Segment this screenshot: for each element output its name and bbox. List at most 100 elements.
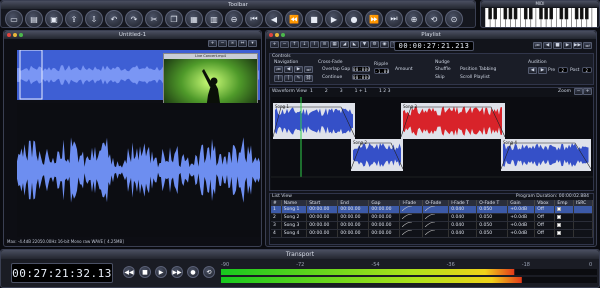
minimize-icon[interactable]: [13, 33, 17, 37]
move-up-icon[interactable]: ↑: [290, 41, 299, 48]
forward-icon[interactable]: ▶▶: [573, 42, 582, 49]
zoom-icon[interactable]: ⊙: [445, 10, 463, 28]
chevron-down-icon[interactable]: ▾: [248, 40, 257, 47]
emphasis-checkbox[interactable]: [554, 221, 575, 230]
fade-out-icon[interactable]: ◣: [350, 41, 359, 48]
view-option-1[interactable]: 1: [310, 89, 313, 94]
new-file-icon[interactable]: ▭: [5, 10, 23, 28]
save-icon[interactable]: ▣: [45, 10, 63, 28]
preroll-value[interactable]: 2: [558, 67, 568, 73]
play-icon[interactable]: ▶: [325, 10, 343, 28]
zoom-in-icon[interactable]: +: [208, 40, 217, 47]
shuffle-label[interactable]: Shuffle: [435, 67, 451, 72]
zoom-window-icon[interactable]: [281, 33, 285, 37]
stop-icon[interactable]: ■: [305, 10, 323, 28]
cut-icon[interactable]: ✂: [145, 10, 163, 28]
view-option-2[interactable]: 2: [325, 89, 328, 94]
table-row[interactable]: 3 Song 3 00:00.00 00:00.00 00:00.00 0.040 0.05…: [271, 221, 593, 230]
next-icon[interactable]: ⏭: [385, 10, 403, 28]
first-icon[interactable]: ⏮: [274, 66, 283, 73]
zoom-icon[interactable]: −: [574, 88, 583, 95]
burn-icon[interactable]: ◉: [380, 41, 389, 48]
record-icon[interactable]: ●: [345, 10, 363, 28]
move-down-icon[interactable]: ↓: [300, 41, 309, 48]
marker-icon[interactable]: ▼: [360, 41, 369, 48]
previous-icon[interactable]: ⏮: [533, 42, 542, 49]
export-icon[interactable]: ⇪: [65, 10, 83, 28]
scroll-playlist-label[interactable]: Scroll Playlist: [460, 75, 490, 80]
loop-icon[interactable]: ⟲: [425, 10, 443, 28]
rewind-icon[interactable]: ◀: [543, 42, 552, 49]
import-icon[interactable]: ⇩: [85, 10, 103, 28]
view-option-5[interactable]: 1 2 3: [379, 89, 390, 94]
fast-forward-icon[interactable]: ▶▶: [171, 266, 183, 278]
loop-icon[interactable]: ∞: [228, 40, 237, 47]
close-icon[interactable]: [269, 33, 273, 37]
minimize-icon[interactable]: [275, 33, 279, 37]
record-icon[interactable]: ●: [187, 266, 199, 278]
zoom-in-icon[interactable]: +: [583, 88, 592, 95]
remove-icon[interactable]: −: [280, 41, 289, 48]
table-row[interactable]: 4 Song 4 00:00.00 00:00.00 00:00.00 0.040 0.05…: [271, 229, 593, 238]
next-song-icon[interactable]: ▶: [294, 66, 303, 73]
mark-in-icon[interactable]: [: [274, 75, 283, 82]
emphasis-checkbox[interactable]: [554, 206, 575, 214]
main-waveform[interactable]: [17, 103, 260, 237]
last-icon[interactable]: ⏭: [304, 66, 313, 73]
zoom-out-icon[interactable]: −: [218, 40, 227, 47]
mark-out-icon[interactable]: ]: [284, 75, 293, 82]
redo-icon[interactable]: ↷: [125, 10, 143, 28]
play-icon[interactable]: ▶: [563, 42, 572, 49]
audition-start-icon[interactable]: ◀: [528, 67, 537, 74]
fast-forward-icon[interactable]: ⏩: [365, 10, 383, 28]
delete-icon[interactable]: ▥: [205, 10, 223, 28]
previous-icon[interactable]: ◀: [265, 10, 283, 28]
emphasis-checkbox[interactable]: [554, 213, 575, 222]
link-icon[interactable]: ⛓: [304, 75, 313, 82]
view-option-3[interactable]: 3: [340, 89, 343, 94]
gap-value[interactable]: -1.00: [374, 68, 389, 74]
back-icon[interactable]: ⊖: [225, 10, 243, 28]
list-icon[interactable]: ≡: [320, 41, 329, 48]
grid-icon[interactable]: ▦: [330, 41, 339, 48]
audition-end-icon[interactable]: ▶: [538, 67, 547, 74]
continue-value[interactable]: 00:000: [352, 74, 370, 80]
table-row[interactable]: 1 Song 1 00:00.00 00:00.00 00:00.00 0.040 0.05…: [271, 205, 593, 214]
piano-keyboard[interactable]: [485, 8, 597, 27]
view-option-4[interactable]: 1 + 1: [355, 89, 367, 94]
split-icon[interactable]: ⌇: [310, 41, 319, 48]
postroll-value[interactable]: 2: [582, 67, 592, 73]
fast-back-icon[interactable]: ⏮: [245, 10, 263, 28]
position-tabbing-label[interactable]: Position Tabbing: [460, 67, 496, 72]
copy-icon[interactable]: ❐: [165, 10, 183, 28]
add-icon[interactable]: +: [270, 41, 279, 48]
stop-icon[interactable]: ■: [139, 266, 151, 278]
close-icon[interactable]: [7, 33, 11, 37]
paste-icon[interactable]: ▦: [185, 10, 203, 28]
piano-black-key: [488, 8, 492, 20]
edit-icon[interactable]: ✎: [294, 75, 303, 82]
forward-icon[interactable]: ⊕: [405, 10, 423, 28]
undo-icon[interactable]: ↶: [105, 10, 123, 28]
loop-icon[interactable]: ⟲: [203, 266, 215, 278]
piano-black-key: [564, 8, 569, 20]
zoom-window-icon[interactable]: [19, 33, 23, 37]
rewind-icon[interactable]: ⏪: [285, 10, 303, 28]
open-file-icon[interactable]: ▤: [25, 10, 43, 28]
emphasis-checkbox[interactable]: [554, 229, 575, 238]
ripple-label: Ripple: [374, 62, 389, 67]
preroll-label: Pre: [548, 68, 556, 73]
fit-icon[interactable]: ⇔: [238, 40, 247, 47]
table-row[interactable]: 2 Song 2 00:00.00 00:00.00 00:00.00 0.040 0.05…: [271, 213, 593, 222]
stop-icon[interactable]: ■: [553, 42, 562, 49]
skip-label[interactable]: Skip: [435, 75, 445, 80]
prev-song-icon[interactable]: ◀: [284, 66, 293, 73]
fade-in-icon[interactable]: ◢: [340, 41, 349, 48]
overlap-value[interactable]: 00:000: [352, 66, 370, 72]
playlist-waveforms[interactable]: Song 1 Song 2 Song 3 Song 4: [271, 97, 593, 190]
piano-black-key: [493, 8, 497, 20]
gear-icon[interactable]: ⚙: [370, 41, 379, 48]
next-icon[interactable]: ⏭: [583, 42, 592, 49]
play-icon[interactable]: ▶: [155, 266, 167, 278]
rewind-icon[interactable]: ◀◀: [123, 266, 135, 278]
